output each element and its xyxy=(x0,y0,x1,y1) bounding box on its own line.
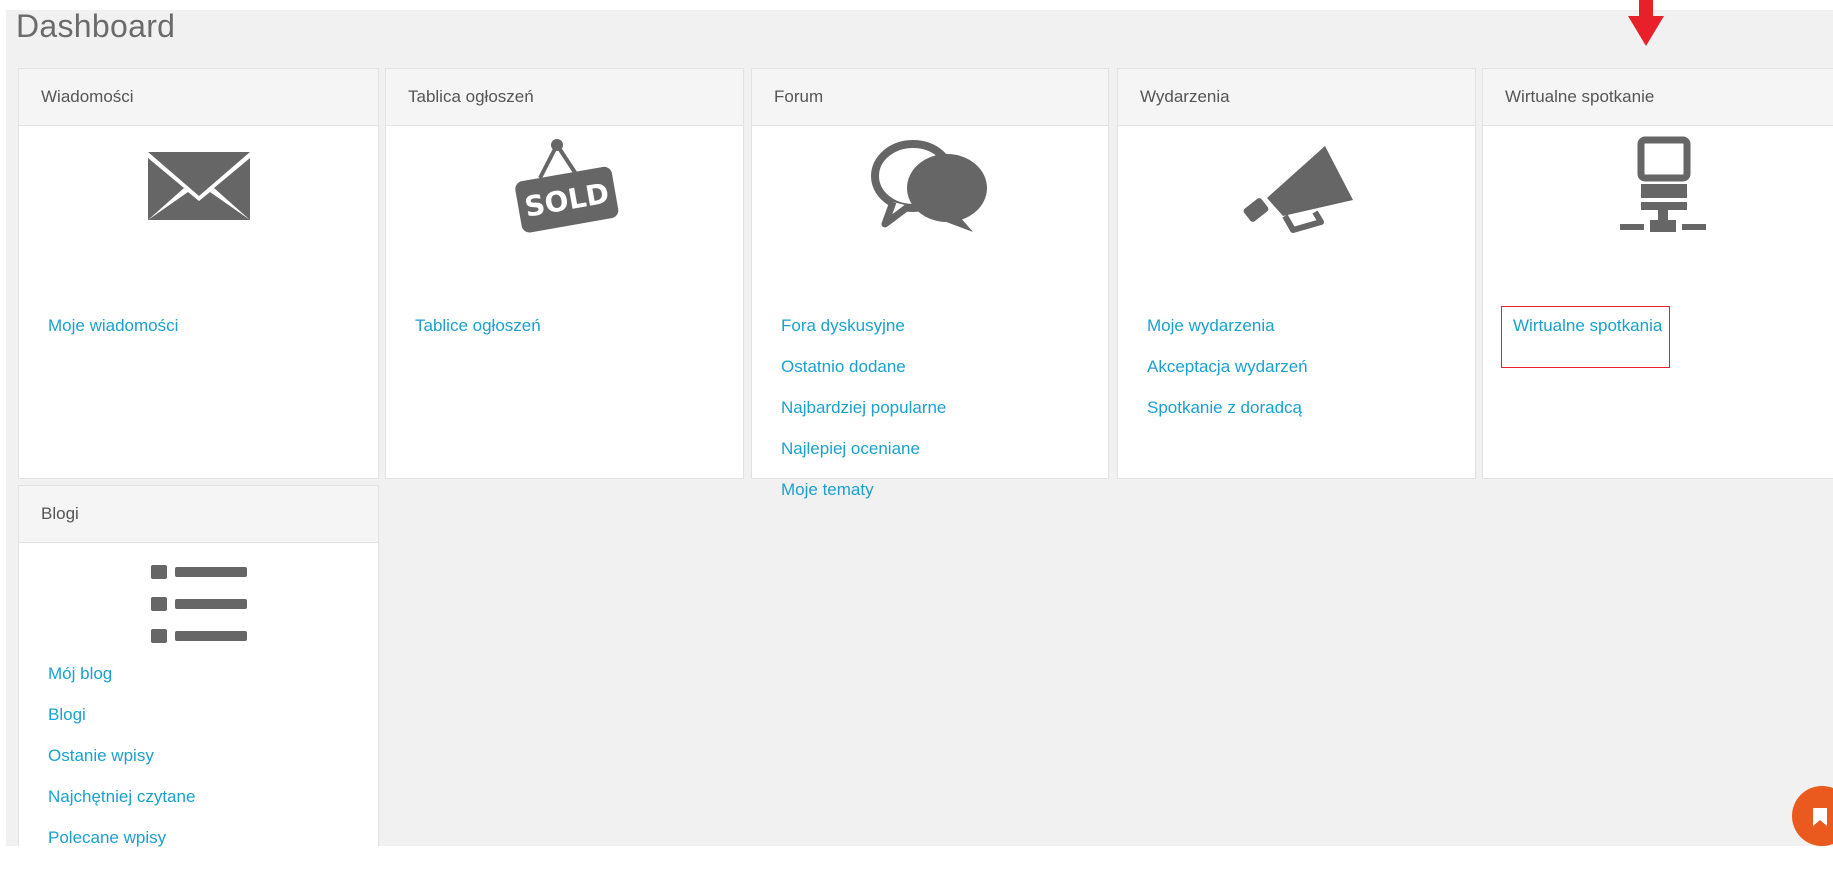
link-najlepiej-oceniane[interactable]: Najlepiej oceniane xyxy=(781,439,946,480)
panel-virtual-meeting: Wirtualne spotkanie Wirtualne spotkania xyxy=(1482,68,1833,479)
megaphone-icon xyxy=(1243,146,1353,233)
panel-header: Wiadomości xyxy=(19,69,378,126)
panel-messages: Wiadomości Moje wiadomości xyxy=(18,68,379,479)
link-polecane-wpisy[interactable]: Polecane wpisy xyxy=(48,828,195,869)
sold-sign-icon: SOLD xyxy=(514,139,618,233)
page-title: Dashboard xyxy=(16,8,176,44)
panel-events: Wydarzenia Moje wydarzenia Akceptacja wy… xyxy=(1117,68,1476,479)
panel-links: Fora dyskusyjne Ostatnio dodane Najbardz… xyxy=(781,316,946,521)
panel-classifieds: Tablica ogłoszeń SOLD Tablice ogłoszeń xyxy=(385,68,744,479)
link-wirtualne-spotkania[interactable]: Wirtualne spotkania xyxy=(1501,306,1671,368)
link-fora-dyskusyjne[interactable]: Fora dyskusyjne xyxy=(781,316,946,357)
link-akceptacja-wydarzen[interactable]: Akceptacja wydarzeń xyxy=(1147,357,1308,398)
panel-header: Wydarzenia xyxy=(1118,69,1475,126)
panel-header: Tablica ogłoszeń xyxy=(386,69,743,126)
link-tablice-ogloszen[interactable]: Tablice ogłoszeń xyxy=(415,316,541,357)
panel-blogs: Blogi Mój blog Blogi Ostanie wpisy Najch… xyxy=(18,485,379,847)
envelope-icon xyxy=(147,152,250,220)
panel-links: Moje wydarzenia Akceptacja wydarzeń Spot… xyxy=(1147,316,1308,439)
link-najchetniej-czytane[interactable]: Najchętniej czytane xyxy=(48,787,195,828)
panel-header: Forum xyxy=(752,69,1108,126)
link-ostatnio-dodane[interactable]: Ostatnio dodane xyxy=(781,357,946,398)
link-moje-tematy[interactable]: Moje tematy xyxy=(781,480,946,521)
panel-header: Blogi xyxy=(19,486,378,543)
link-spotkanie-z-doradca[interactable]: Spotkanie z doradcą xyxy=(1147,398,1308,439)
link-blogi[interactable]: Blogi xyxy=(48,705,195,746)
speech-bubbles-icon xyxy=(871,140,987,232)
panel-links: Moje wiadomości xyxy=(48,316,178,357)
annotation-arrow-icon xyxy=(1628,0,1664,46)
link-moje-wydarzenia[interactable]: Moje wydarzenia xyxy=(1147,316,1308,357)
panel-forum: Forum Fora dyskusyjne Ostatnio dodane Na… xyxy=(751,68,1109,499)
list-icon xyxy=(150,565,247,643)
panel-header: Wirtualne spotkanie xyxy=(1483,69,1833,126)
panel-links: Mój blog Blogi Ostanie wpisy Najchętniej… xyxy=(48,664,195,869)
bookmark-icon xyxy=(1813,808,1827,826)
network-computer-icon xyxy=(1619,136,1706,232)
link-ostanie-wpisy[interactable]: Ostanie wpisy xyxy=(48,746,195,787)
panel-links: Tablice ogłoszeń xyxy=(415,316,541,357)
link-najbardziej-popularne[interactable]: Najbardziej popularne xyxy=(781,398,946,439)
link-moj-blog[interactable]: Mój blog xyxy=(48,664,195,705)
panel-links: Wirtualne spotkania xyxy=(1501,306,1671,368)
link-moje-wiadomosci[interactable]: Moje wiadomości xyxy=(48,316,178,357)
